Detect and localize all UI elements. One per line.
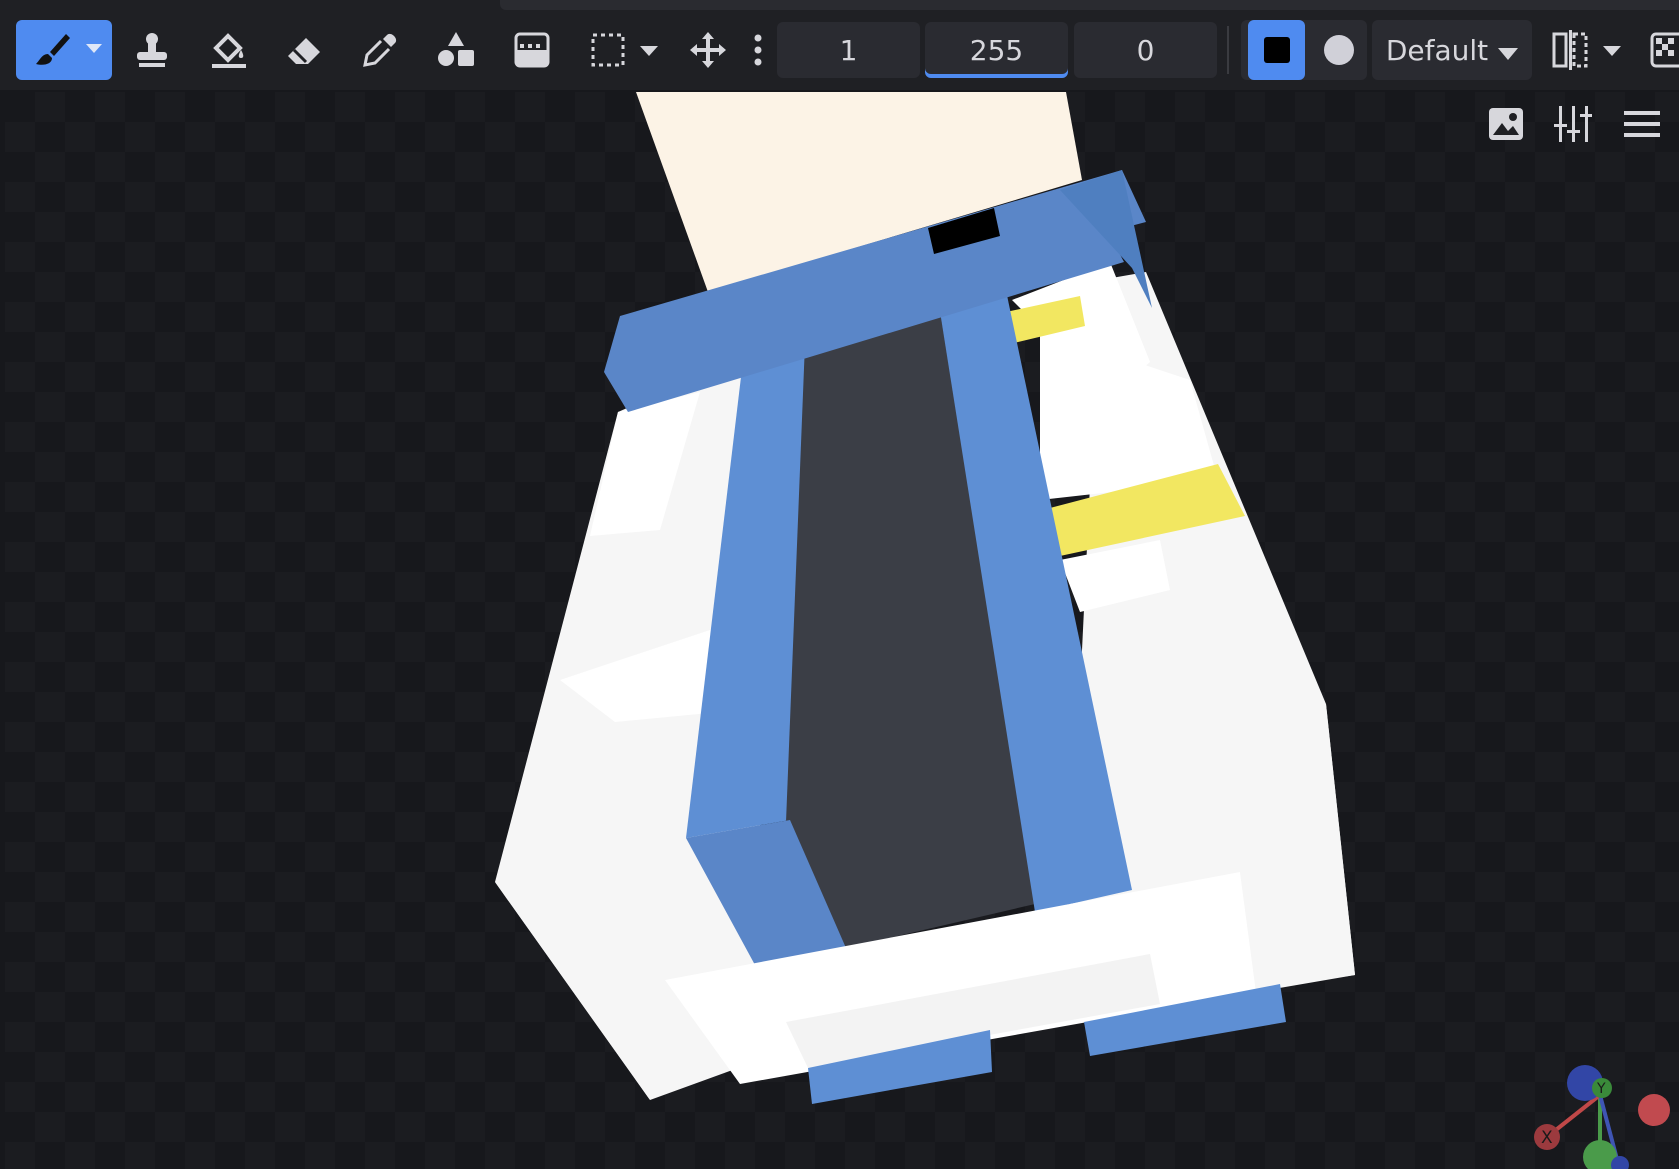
reference-image-button[interactable] bbox=[1484, 104, 1528, 148]
view-settings-button[interactable] bbox=[1551, 104, 1595, 148]
y-axis-label: Y bbox=[1596, 1081, 1606, 1097]
menu-icon bbox=[1624, 110, 1660, 142]
viewport-menu-button[interactable] bbox=[1620, 104, 1664, 148]
x-axis-label: X bbox=[1541, 1128, 1553, 1148]
3d-model-render bbox=[495, 92, 1355, 1104]
axis-gizmo[interactable]: Y X bbox=[1525, 1055, 1679, 1169]
image-icon bbox=[1488, 107, 1524, 145]
sliders-icon bbox=[1554, 106, 1592, 146]
